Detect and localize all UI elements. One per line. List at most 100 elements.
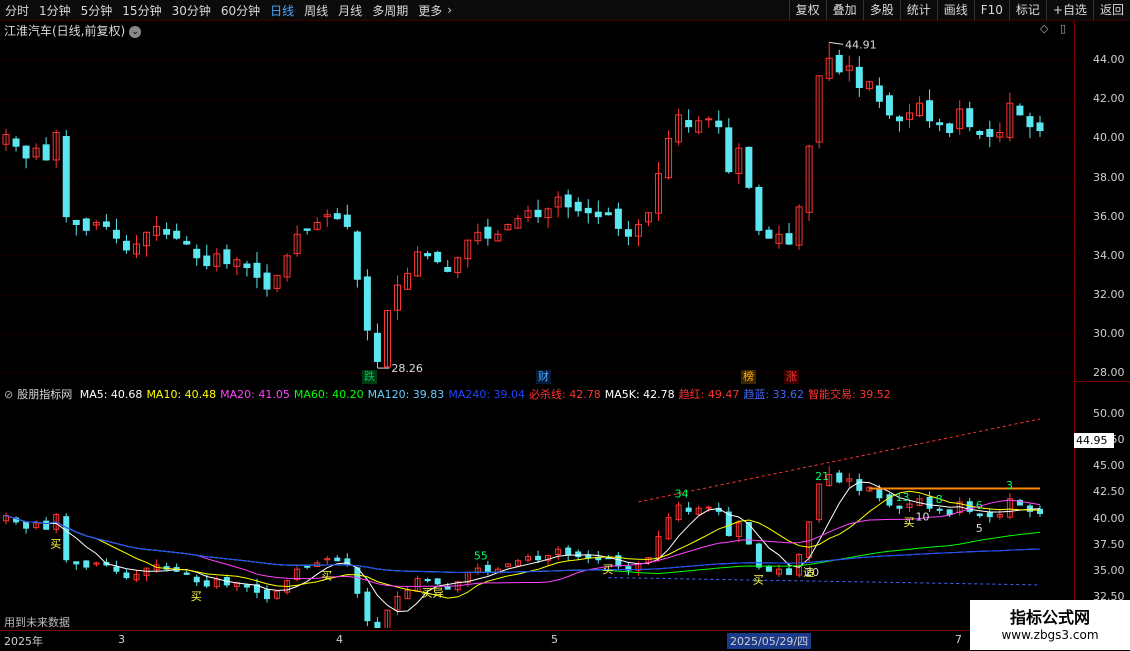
current-price-tag: 44.95	[1074, 433, 1114, 448]
toolbar-button-7[interactable]: +自选	[1045, 0, 1093, 20]
indicator-candle-body	[23, 521, 30, 529]
price-axis-label: 34.00	[1093, 248, 1125, 262]
count-label: 8	[936, 493, 943, 506]
candle-body	[22, 145, 30, 159]
toolbar-button-6[interactable]: 标记	[1008, 0, 1046, 20]
candle-body	[946, 123, 954, 134]
indicator-candle-body	[856, 479, 863, 491]
indicator-candle-body	[565, 547, 572, 555]
indicator-candle-body	[63, 516, 70, 561]
period-toolbar: 分时 1分钟 5分钟 15分钟 30分钟 60分钟 日线 周线 月线 多周期 更多 › 复权 叠加 多股 统计…	[0, 0, 1130, 21]
candle-body	[82, 218, 90, 231]
period-tab-7[interactable]: 周线	[299, 2, 333, 19]
buy-signal: 买	[321, 569, 332, 582]
price-axis-label: 38.00	[1093, 170, 1125, 184]
price-axis-label: 36.00	[1093, 209, 1125, 223]
high-marker-label: 44.91	[845, 38, 877, 51]
toolbar-button-0[interactable]: 复权	[788, 0, 826, 20]
candle-body	[444, 267, 452, 272]
period-tab-2[interactable]: 5分钟	[76, 2, 118, 19]
price-axis-label: 44.00	[1093, 53, 1125, 67]
period-tab-0[interactable]: 分时	[0, 2, 34, 19]
indicator-candle-body	[304, 565, 311, 568]
candle-body	[193, 248, 201, 259]
toolbar-button-8[interactable]: 返回	[1092, 0, 1130, 20]
candle-body	[785, 233, 793, 245]
candle-body	[855, 66, 863, 89]
candle-body	[936, 122, 944, 126]
buy-signal: 买	[602, 563, 613, 576]
indicator-candle-body	[946, 509, 953, 516]
indicator-candle-body	[685, 507, 692, 512]
indicator-axis-label: 42.50	[1093, 485, 1125, 499]
watermark-url: www.zbgs3.com	[1001, 628, 1099, 642]
candle-body	[755, 186, 763, 231]
indicator-candle-body	[926, 496, 933, 509]
buy-signal: 买	[903, 516, 914, 529]
indicator-chart[interactable]: 买买买买异买买追买556034212013863105	[0, 400, 1074, 628]
candle-body	[895, 116, 903, 122]
period-tab-8[interactable]: 月线	[333, 2, 367, 19]
event-badge[interactable]: 榜	[741, 370, 756, 384]
indicator-candle-body	[354, 567, 361, 594]
period-tab-5[interactable]: 60分钟	[216, 2, 265, 19]
count-label: 5	[976, 522, 983, 535]
toolbar-button-4[interactable]: 画线	[936, 0, 974, 20]
candle-body	[333, 213, 341, 220]
ma-line-ma20	[5, 499, 1041, 587]
watermark-title: 指标公式网	[1009, 608, 1090, 627]
date-label: 2025年	[4, 635, 43, 648]
count-label: 55	[474, 549, 488, 562]
candle-body	[12, 138, 20, 147]
period-tab-3[interactable]: 15分钟	[117, 2, 166, 19]
candle-body	[303, 228, 311, 231]
price-chart[interactable]: 44.91 28.26	[0, 21, 1074, 381]
toolbar-button-1[interactable]: 叠加	[825, 0, 863, 20]
candle-body	[72, 219, 80, 225]
price-axis-label: 32.00	[1093, 287, 1125, 301]
candle-body	[243, 263, 251, 269]
event-badge[interactable]: 跌	[362, 370, 377, 384]
period-tab-9[interactable]: 多周期	[367, 2, 413, 19]
price-axis-label: 40.00	[1093, 131, 1125, 145]
candle-body	[173, 230, 181, 239]
indicator-candle-body	[755, 543, 762, 568]
ma-line-ma60	[5, 515, 1041, 575]
candle-body	[163, 229, 171, 235]
event-badge[interactable]: 涨	[784, 370, 799, 384]
candle-body	[594, 211, 602, 218]
period-tab-4[interactable]: 30分钟	[167, 2, 216, 19]
candle-body	[112, 229, 120, 239]
indicator-candle-body	[765, 566, 772, 572]
period-tab-1[interactable]: 1分钟	[34, 2, 76, 19]
indicator-candle-body	[786, 568, 793, 575]
candle-body	[223, 249, 231, 265]
candle-body	[564, 194, 572, 208]
price-axis-label: 42.00	[1093, 92, 1125, 106]
candle-body	[926, 100, 934, 122]
indicator-candle-body	[444, 586, 451, 590]
count-label: 20	[805, 566, 819, 579]
indicator-candle-body	[113, 566, 120, 572]
period-tab-10[interactable]: 更多	[413, 2, 447, 19]
indicator-axis-label: 37.50	[1093, 537, 1125, 551]
count-label: 10	[916, 510, 930, 523]
candle-body	[604, 212, 612, 216]
candle-body	[885, 95, 893, 116]
candle-body	[253, 262, 261, 278]
candle-body	[263, 272, 271, 290]
chevron-right-icon[interactable]: ›	[447, 3, 452, 17]
price-axis-label: 28.00	[1093, 366, 1125, 380]
indicator-candle-body	[836, 472, 843, 483]
toolbar-button-2[interactable]: 多股	[862, 0, 900, 20]
event-badge[interactable]: 财	[536, 370, 551, 384]
candle-body	[373, 332, 381, 362]
toolbar-button-5[interactable]: F10	[973, 0, 1009, 20]
date-label: 5	[551, 633, 558, 646]
period-tab-6[interactable]: 日线	[265, 2, 299, 19]
toolbar-button-3[interactable]: 统计	[899, 0, 937, 20]
candle-body	[343, 214, 351, 227]
candle-body	[363, 276, 371, 331]
count-label: 13	[895, 491, 909, 504]
indicator-candle-body	[535, 555, 542, 561]
